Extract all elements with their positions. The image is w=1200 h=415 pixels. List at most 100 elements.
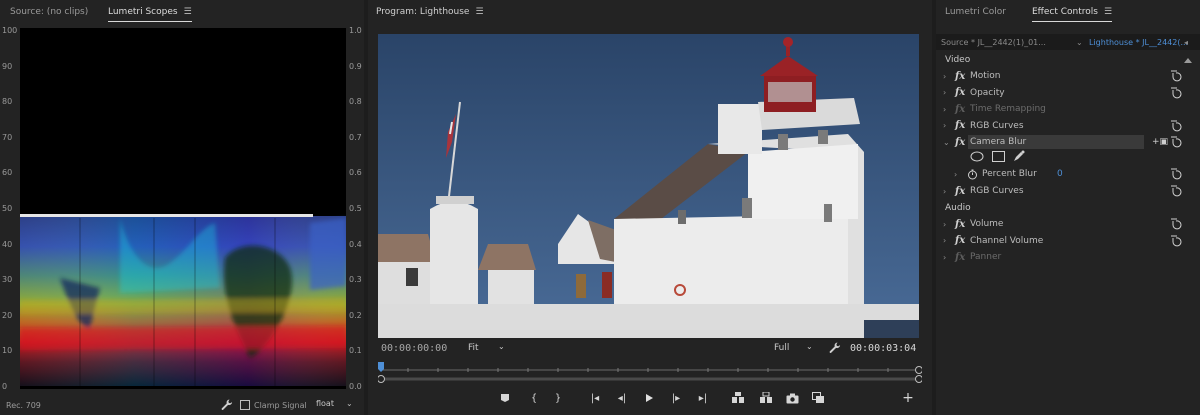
add-keyframe-icon[interactable]: +▣ <box>1152 137 1168 147</box>
collapse-icon[interactable] <box>1184 57 1192 63</box>
lighthouse-image <box>378 34 919 338</box>
go-to-out-button[interactable]: ▸| <box>694 389 712 407</box>
ruler-end-handle[interactable] <box>915 366 923 374</box>
reset-icon[interactable] <box>1170 136 1182 148</box>
go-to-out-icon: ▸| <box>698 392 708 404</box>
play-only-audio-icon[interactable]: ◂ <box>1184 38 1188 47</box>
chevron-right-icon[interactable]: › <box>943 220 951 229</box>
audio-header-label: Audio <box>945 203 971 213</box>
current-timecode[interactable]: 00:00:00:00 <box>381 343 447 354</box>
tab-lumetri-color[interactable]: Lumetri Color <box>945 7 1006 17</box>
add-marker-button[interactable] <box>496 389 514 407</box>
reset-icon[interactable] <box>1170 70 1182 82</box>
rectangle-mask-icon[interactable] <box>992 150 1005 162</box>
chevron-right-icon[interactable]: › <box>943 236 951 245</box>
video-effect-row[interactable]: › fx RGB Curves <box>936 118 1200 134</box>
play-button[interactable] <box>640 389 658 407</box>
zoom-scroll-end-handle[interactable] <box>915 375 923 383</box>
effect-name: Camera Blur <box>970 137 1027 147</box>
clamp-signal-checkbox[interactable] <box>240 400 250 410</box>
source-clip-label[interactable]: Source * JL__2442(1)_01... <box>941 38 1046 47</box>
audio-effect-row[interactable]: › fx Channel Volume <box>936 233 1200 249</box>
chevron-right-icon[interactable]: › <box>943 105 951 114</box>
effect-name: Motion <box>970 71 1001 81</box>
tab-program[interactable]: Program: Lighthouse ☰ <box>376 7 484 17</box>
precision-dropdown[interactable]: float ⌄ <box>312 398 358 412</box>
step-forward-icon: |▸ <box>671 392 681 404</box>
button-editor-button[interactable]: + <box>899 389 917 407</box>
chevron-right-icon[interactable]: › <box>943 88 951 97</box>
extract-button[interactable] <box>757 389 775 407</box>
waveform-ire-label: 40 <box>2 239 13 249</box>
reset-icon[interactable] <box>1170 218 1182 230</box>
resolution-dropdown[interactable]: Full ⌄ <box>768 341 818 355</box>
chevron-right-icon[interactable]: › <box>943 187 951 196</box>
panel-menu-icon[interactable]: ☰ <box>475 7 483 17</box>
lift-button[interactable] <box>729 389 747 407</box>
go-to-in-icon: |◂ <box>590 392 600 404</box>
reset-icon[interactable] <box>1170 168 1182 180</box>
effect-name: Volume <box>970 219 1004 229</box>
waveform-float-label: 0.7 <box>349 132 362 142</box>
tab-effect-controls[interactable]: Effect Controls ☰ <box>1032 7 1113 22</box>
reset-icon[interactable] <box>1170 87 1182 99</box>
program-monitor-panel: Program: Lighthouse ☰ 00:00:00:00 Fit ⌄ … <box>368 0 932 415</box>
effect-name: Time Remapping <box>970 104 1046 114</box>
panel-menu-icon[interactable]: ☰ <box>1104 7 1112 17</box>
fx-icon[interactable]: fx <box>955 219 965 230</box>
waveform-float-label: 0.8 <box>349 97 362 107</box>
ellipse-mask-icon[interactable] <box>970 151 984 162</box>
effect-name: Opacity <box>970 87 1005 98</box>
fx-icon[interactable]: fx <box>955 120 965 131</box>
reset-icon[interactable] <box>1170 185 1182 197</box>
transport-controls: { } |◂ ◂| |▸ ▸| + <box>368 388 932 410</box>
pen-mask-icon[interactable] <box>1012 150 1025 162</box>
chevron-right-icon[interactable]: › <box>943 253 951 262</box>
comparison-view-button[interactable] <box>809 389 827 407</box>
fx-icon[interactable]: fx <box>955 252 965 263</box>
mark-in-button[interactable]: { <box>525 389 543 407</box>
chevron-right-icon[interactable]: › <box>943 121 951 130</box>
reset-icon[interactable] <box>1170 235 1182 247</box>
sequence-clip-label[interactable]: Lighthouse * JL__2442(... <box>1089 38 1188 47</box>
audio-effect-row[interactable]: › fx Volume <box>936 216 1200 232</box>
zoom-value: Fit <box>468 343 479 353</box>
wrench-icon[interactable] <box>220 398 234 412</box>
fx-icon[interactable]: fx <box>955 186 965 197</box>
stopwatch-icon[interactable] <box>967 169 978 180</box>
video-section-header: Video <box>936 52 1200 68</box>
wrench-icon[interactable] <box>828 341 842 355</box>
audio-effect-row[interactable]: › fx Panner <box>936 249 1200 265</box>
fx-icon[interactable]: fx <box>955 87 965 98</box>
step-back-button[interactable]: ◂| <box>613 389 631 407</box>
chevron-down-icon[interactable]: ⌄ <box>943 138 951 147</box>
mask-tools-row <box>936 148 1200 164</box>
tab-source[interactable]: Source: (no clips) <box>10 7 88 17</box>
fx-icon[interactable]: fx <box>955 137 965 148</box>
video-effect-row[interactable]: › fx Time Remapping <box>936 101 1200 117</box>
chevron-down-icon[interactable]: ⌄ <box>1076 38 1083 47</box>
lift-icon <box>732 392 744 403</box>
go-to-in-button[interactable]: |◂ <box>586 389 604 407</box>
video-effect-row[interactable]: › fx RGB Curves <box>936 183 1200 199</box>
export-frame-button[interactable] <box>783 389 801 407</box>
marker-icon <box>501 394 509 402</box>
program-panel-header: Program: Lighthouse ☰ <box>368 0 932 24</box>
video-frame[interactable] <box>378 34 919 338</box>
fx-icon[interactable]: fx <box>955 235 965 246</box>
timeline-ruler[interactable] <box>377 362 923 384</box>
percent-blur-value[interactable]: 0 <box>1057 169 1063 179</box>
zoom-dropdown[interactable]: Fit ⌄ <box>462 341 512 355</box>
chevron-right-icon[interactable]: › <box>954 170 962 179</box>
mark-out-button[interactable]: } <box>549 389 567 407</box>
chevron-right-icon[interactable]: › <box>943 72 951 81</box>
fx-icon[interactable]: fx <box>955 71 965 82</box>
fx-icon[interactable]: fx <box>955 104 965 115</box>
panel-menu-icon[interactable]: ☰ <box>184 7 192 17</box>
tab-lumetri-scopes[interactable]: Lumetri Scopes ☰ <box>108 7 192 22</box>
reset-icon[interactable] <box>1170 120 1182 132</box>
video-effect-row[interactable]: › fx Opacity <box>936 85 1200 101</box>
step-forward-button[interactable]: |▸ <box>667 389 685 407</box>
zoom-scroll-start-handle[interactable] <box>377 375 385 383</box>
video-effect-row[interactable]: › fx Motion <box>936 68 1200 84</box>
